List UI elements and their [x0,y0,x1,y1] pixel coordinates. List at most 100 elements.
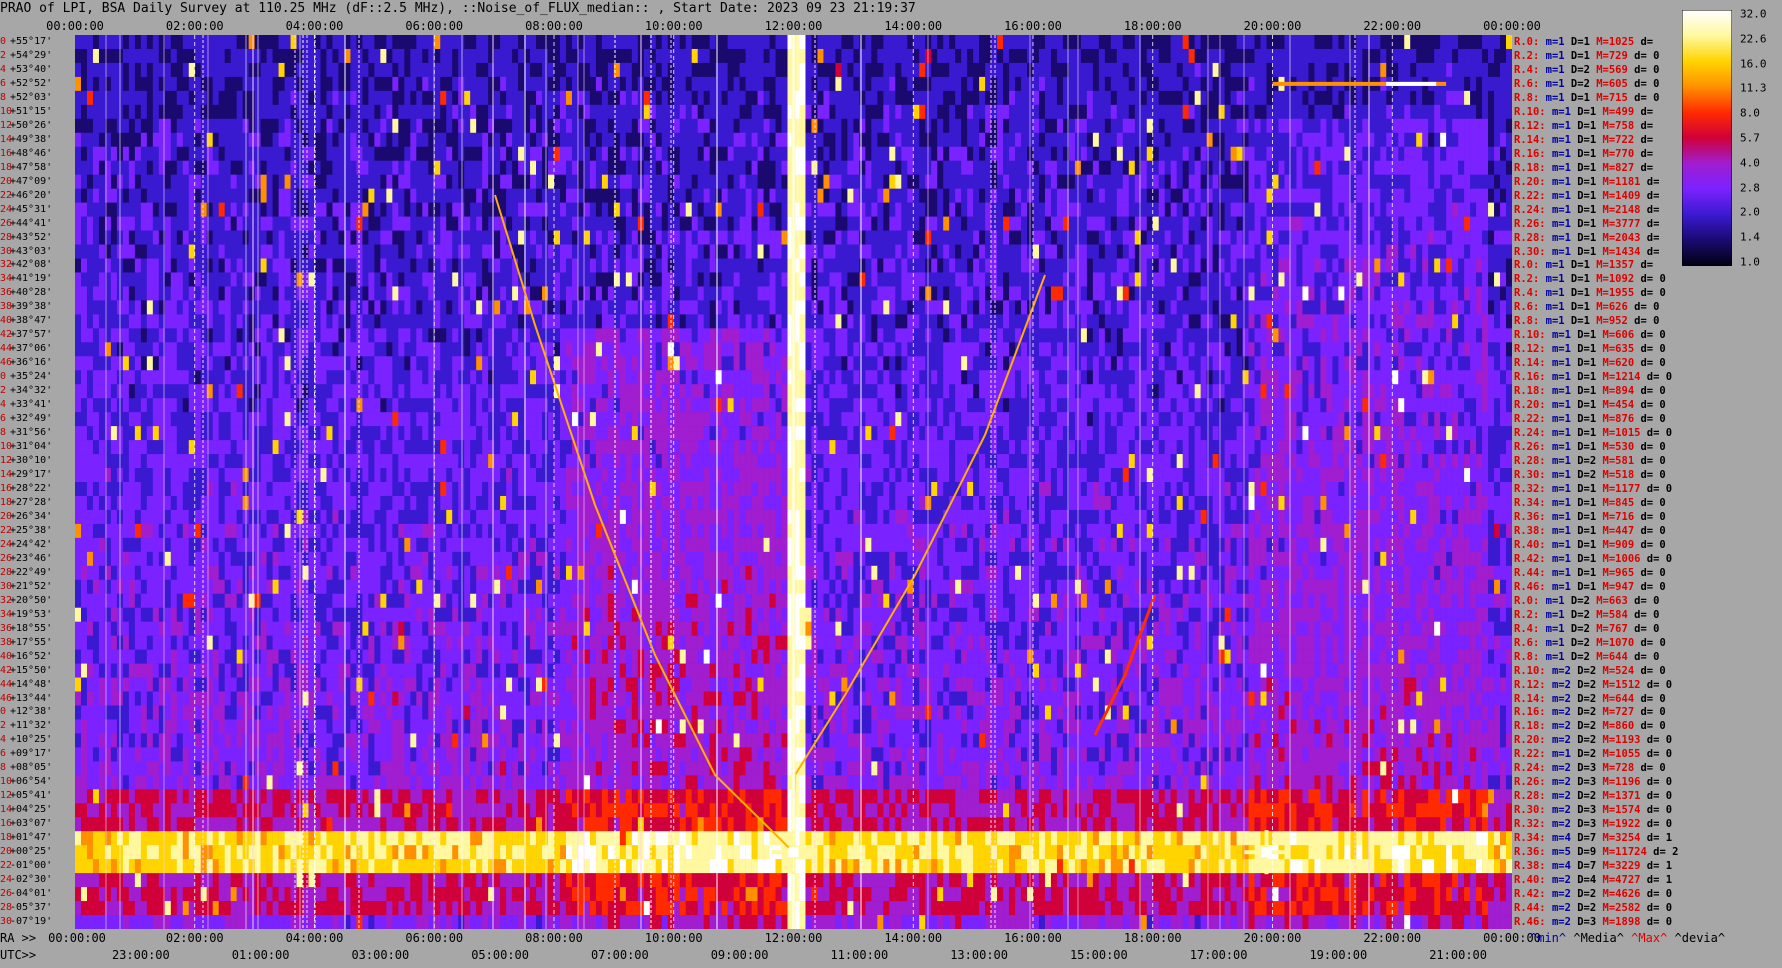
heatmap-cell [188,48,196,64]
heatmap-cell [1398,48,1405,64]
heatmap-cell [1230,244,1237,259]
heatmap-cell [1434,35,1441,50]
heatmap-cell [1158,216,1166,231]
heatmap-cell [416,244,423,259]
heatmap-cell [643,216,651,231]
heatmap-cell [751,244,758,259]
heatmap-cell [248,286,255,301]
heatmap-cell [925,230,932,245]
heatmap-cell [949,118,956,134]
heatmap-cell [1122,272,1130,287]
heatmap-cell [1260,230,1267,245]
heatmap-cell [937,48,944,64]
heatmap-cell [1230,230,1237,245]
heatmap-cell [122,160,130,175]
heatmap-cell [943,216,950,231]
heatmap-cell [422,286,429,301]
heatmap-cell [1452,272,1459,287]
dec-row-index: 24 [0,874,13,886]
heatmap-cell [236,258,243,273]
heatmap-cell [991,62,998,78]
heatmap-cell [1440,90,1447,106]
heatmap-cell [763,300,770,315]
heatmap-cell [823,35,830,50]
heatmap-cell [224,118,231,134]
heatmap-cell [973,272,980,287]
heatmap-cell [1326,90,1333,106]
heatmap-cell [1021,258,1028,273]
heatmap-cell [290,35,297,50]
heatmap-cell [625,188,633,203]
heatmap-cell [1272,244,1279,259]
heatmap-cell [1374,90,1381,106]
heatmap-cell [1470,202,1477,217]
heatmap-cell [931,104,938,120]
heatmap-cell [1422,300,1429,315]
heatmap-cell [1344,62,1351,78]
heatmap-cell [1344,35,1351,50]
heatmap-cell [1212,272,1219,287]
heatmap-cell [230,286,237,301]
heatmap-cell [1021,90,1028,106]
heatmap-cell [206,202,214,217]
heatmap-cell [1452,230,1459,245]
heatmap-cell [188,132,196,148]
heatmap-cell [1218,132,1225,148]
heatmap-cell [1164,188,1172,203]
heatmap-cell [1482,35,1489,50]
heatmap-cell [727,48,734,64]
heatmap-cell [530,216,537,231]
heatmap-cell [1248,132,1255,148]
heatmap-cell [607,62,615,78]
heatmap-cell [194,132,202,148]
heatmap-cell [949,90,956,106]
heatmap-cell [1392,118,1399,134]
heatmap-cell [775,188,782,203]
heatmap-cell [859,244,866,259]
heatmap-cell [500,188,507,203]
heatmap-cell [140,272,148,287]
heatmap-cell [134,174,142,189]
heatmap-cell [1362,202,1369,217]
heatmap-cell [140,160,148,175]
heatmap-cell [548,90,555,106]
heatmap-cell [1248,188,1255,203]
heatmap-cell [128,258,136,273]
heatmap-cell [721,216,728,231]
heatmap-cell [212,160,219,175]
heatmap-cell [841,174,848,189]
heatmap-cell [1380,104,1387,120]
heatmap-cell [290,258,297,273]
heatmap-cell [422,35,429,50]
heatmap-cell [278,202,285,217]
heatmap-cell [973,216,980,231]
heatmap-cell [1128,258,1136,273]
heatmap-cell [458,258,465,273]
heatmap-cell [452,104,459,120]
heatmap-cell [1440,118,1447,134]
dec-value: +43°52' [10,231,53,243]
heatmap-cell [98,202,106,217]
heatmap-cell [691,160,698,175]
heatmap-cell [1170,90,1177,106]
heatmap-cell [206,62,214,78]
heatmap-cell [1164,244,1172,259]
heatmap-cell [182,258,190,273]
heatmap-cell [973,76,980,92]
heatmap-cell [655,90,663,106]
heatmap-cell [643,202,651,217]
heatmap-cell [1452,62,1459,78]
heatmap-cell [1242,76,1249,92]
heatmap-cell [200,230,208,245]
heatmap-cell [745,48,752,64]
heatmap-cell [1098,188,1106,203]
heatmap-cell [1044,35,1052,50]
heatmap-cell [1506,118,1512,134]
heatmap-cell [1056,146,1064,162]
heatmap-cell [1320,244,1327,259]
heatmap-cell [326,132,333,148]
heatmap-cell [949,286,956,301]
heatmap-cell [871,202,878,217]
heatmap-cell [320,90,327,106]
heatmap-cell [805,272,812,287]
